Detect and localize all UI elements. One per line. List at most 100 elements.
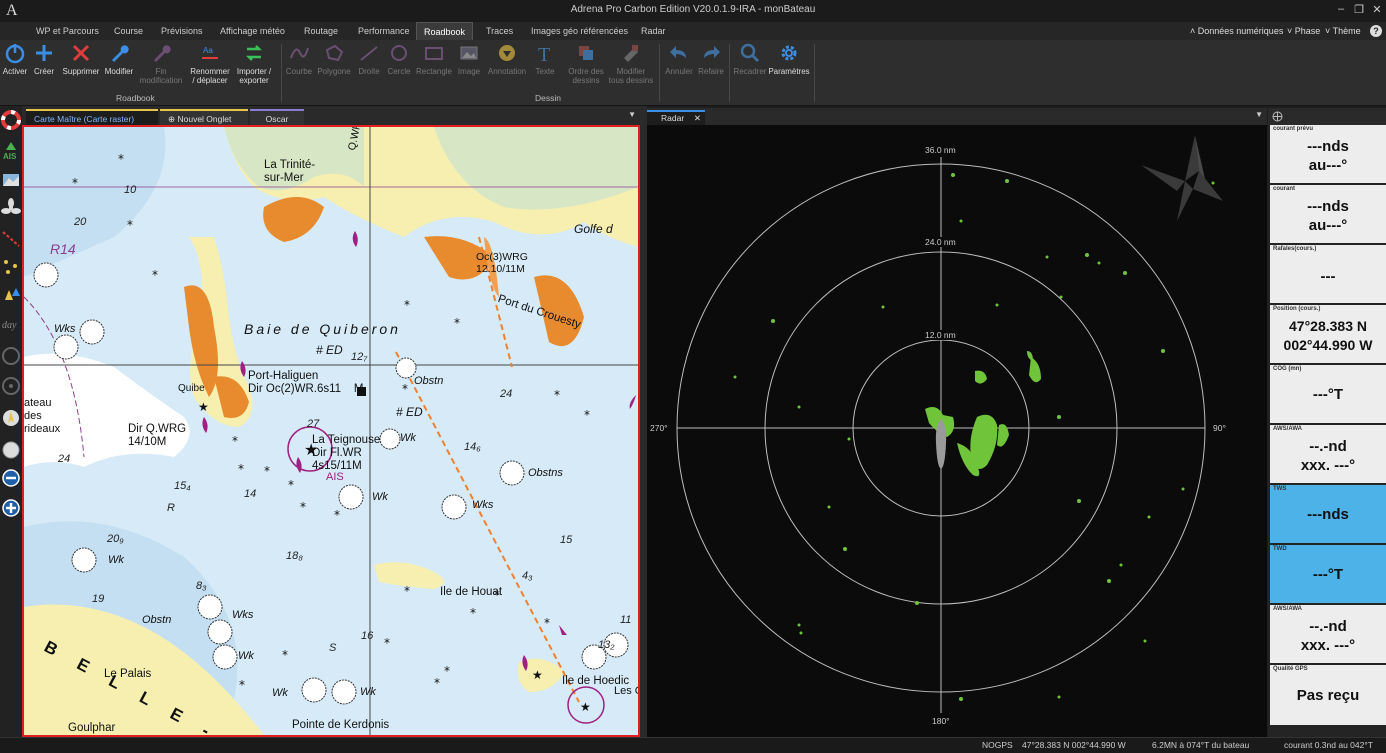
svg-text:16: 16 — [361, 630, 374, 642]
chart-label-quibe: Quibe — [178, 383, 205, 394]
chart-label-houat: Ile de Houat — [440, 586, 503, 598]
droite-button[interactable]: Droite — [354, 42, 384, 92]
compass-ring-icon[interactable] — [1, 376, 21, 396]
route-line-icon[interactable] — [1, 228, 21, 248]
instrument-courant[interactable]: courant ---nds au---° — [1270, 185, 1386, 243]
parametres-button[interactable]: Paramètres — [768, 42, 810, 92]
importer-exporter-button[interactable]: Importer / exporter — [232, 42, 276, 92]
texte-button[interactable]: T Texte — [531, 42, 559, 92]
chart-label-r14: R14 — [50, 241, 76, 257]
tab-routage[interactable]: Routage — [297, 22, 345, 40]
tab-wp-parcours[interactable]: WP et Parcours — [29, 22, 106, 40]
image-button[interactable]: Image — [455, 42, 483, 92]
instrument-cog[interactable]: COG (mn) ---°T — [1270, 365, 1386, 423]
refaire-button[interactable]: Refaire — [696, 42, 726, 92]
ordre-dessins-button[interactable]: Ordre des dessins — [565, 42, 607, 92]
tab-traces[interactable]: Traces — [479, 22, 520, 40]
fin-modification-button[interactable]: Fin modification — [137, 42, 185, 92]
svg-text:8₃: 8₃ — [196, 580, 207, 592]
tab-course[interactable]: Course — [107, 22, 150, 40]
svg-text:14: 14 — [244, 488, 256, 500]
close-button[interactable]: ✕ — [1368, 3, 1386, 19]
digital-data-menu[interactable]: ˄ Données numériques — [1190, 22, 1283, 40]
svg-text:*: * — [72, 176, 78, 190]
chart-label-wk: Wk — [360, 686, 376, 698]
svg-text:13₂: 13₂ — [598, 639, 615, 651]
supprimer-button[interactable]: Supprimer — [60, 42, 102, 92]
tab-radar[interactable]: Radar — [634, 22, 673, 40]
svg-text:Aa: Aa — [203, 46, 213, 55]
chart-label-obstn: Obstn — [414, 375, 444, 387]
close-tab-icon[interactable]: ✕ — [694, 112, 701, 125]
tab-images-geo[interactable]: Images géo référencées — [524, 22, 635, 40]
tab-roadbook[interactable]: Roadbook — [416, 22, 474, 40]
svg-text:S: S — [329, 642, 337, 654]
svg-text:*: * — [239, 678, 245, 692]
modifier-button[interactable]: Modifier — [101, 42, 137, 92]
ribbon: Activer Créer Supprimer Modifier Fin modi… — [0, 40, 1386, 106]
tabs-dropdown-icon[interactable]: ▼ — [1255, 110, 1263, 119]
day-icon[interactable]: day — [1, 314, 21, 334]
instrument-courant-prevu[interactable]: courant prévu ---nds au---° — [1270, 125, 1386, 183]
waypoints-icon[interactable] — [1, 256, 21, 276]
pane-splitter[interactable] — [640, 106, 647, 737]
zoom-in-icon[interactable] — [1, 498, 21, 518]
annuler-button[interactable]: Annuler — [662, 42, 696, 92]
tab-performance[interactable]: Performance — [351, 22, 417, 40]
annotation-button[interactable]: Annotation — [484, 42, 530, 92]
chart-label-ed: # ED — [396, 405, 423, 419]
minimize-button[interactable]: – — [1332, 3, 1350, 19]
courbe-button[interactable]: Courbe — [284, 42, 314, 92]
map-layer-icon[interactable] — [1, 170, 21, 190]
svg-text:*: * — [264, 464, 270, 478]
svg-text:★: ★ — [532, 668, 543, 682]
tab-carte-maitre[interactable]: Carte Maître (Carte raster) — [26, 109, 158, 125]
activer-button[interactable]: Activer — [2, 42, 28, 92]
svg-text:*: * — [454, 316, 460, 330]
polygone-button[interactable]: Polygone — [315, 42, 353, 92]
left-toolbar: AIS day — [0, 106, 22, 737]
svg-text:15₄: 15₄ — [174, 480, 191, 492]
instrument-tws[interactable]: TWS ---nds — [1270, 485, 1386, 543]
renommer-button[interactable]: Aa Renommer / déplacer — [186, 42, 234, 92]
rectangle-icon — [425, 47, 443, 60]
svg-text:18₈: 18₈ — [286, 550, 303, 562]
help-icon[interactable]: ? — [1370, 25, 1382, 37]
tab-nouvel-onglet[interactable]: ⊕ Nouvel Onglet — [160, 109, 248, 125]
phase-menu[interactable]: ˅ Phase — [1287, 22, 1320, 40]
nautical-chart[interactable]: 10 20 24 15₄ 20₉ 19 14 18₈ 14₆ 24 15 4₃ 11 27 R S 1… — [22, 125, 640, 737]
tab-radar-pane[interactable]: Radar ✕ — [647, 110, 705, 125]
rectangle-button[interactable]: Rectangle — [414, 42, 454, 92]
annotation-icon — [499, 45, 515, 61]
instrument-gps-quality[interactable]: Qualité GPS Pas reçu — [1270, 665, 1386, 725]
creer-button[interactable]: Créer — [30, 42, 58, 92]
roadbook-group-label: Roadbook — [116, 93, 155, 103]
instrument-rafales[interactable]: Rafales(cours.) --- — [1270, 245, 1386, 303]
marks-icon[interactable] — [1, 284, 21, 304]
move-icon[interactable] — [1272, 111, 1283, 122]
tab-previsions[interactable]: Prévisions — [154, 22, 210, 40]
instrument-position[interactable]: Position (cours.) 47°28.383 N 002°44.990… — [1270, 305, 1386, 363]
cercle-button[interactable]: Cercle — [385, 42, 413, 92]
tab-affichage-meteo[interactable]: Affichage météo — [213, 22, 292, 40]
theme-menu[interactable]: ˅ Thème — [1325, 22, 1361, 40]
modifier-tous-dessins-button[interactable]: Modifier tous dessins — [606, 42, 656, 92]
redo-icon — [704, 46, 720, 58]
instrument-twd[interactable]: TWD ---°T — [1270, 545, 1386, 603]
tabs-dropdown-icon[interactable]: ▼ — [628, 110, 636, 119]
instrument-aws-awa[interactable]: AWS/AWA --.-nd xxx. ---° — [1270, 425, 1386, 483]
north-up-icon[interactable] — [1, 408, 21, 428]
propeller-icon[interactable] — [1, 198, 21, 218]
zoom-out-icon[interactable] — [1, 468, 21, 488]
status-bearing: 6.2MN à 074°T du bateau — [1152, 740, 1250, 750]
radar-display[interactable]: 36.0 nm 24.0 nm 12.0 nm 270° 90° 180° — [647, 125, 1267, 737]
ais-icon[interactable]: AIS — [1, 140, 21, 160]
lifebuoy-icon[interactable] — [1, 110, 21, 130]
tab-oscar[interactable]: Oscar — [250, 109, 304, 125]
recadrer-button[interactable]: Recadrer — [732, 42, 768, 92]
ribbon-separator — [281, 44, 282, 102]
instrument-aws-awa-2[interactable]: AWS/AWA --.-nd xxx. ---° — [1270, 605, 1386, 663]
compass-ring-icon[interactable] — [1, 346, 21, 366]
maximize-button[interactable]: ❐ — [1350, 3, 1368, 19]
globe-icon[interactable] — [1, 440, 21, 460]
